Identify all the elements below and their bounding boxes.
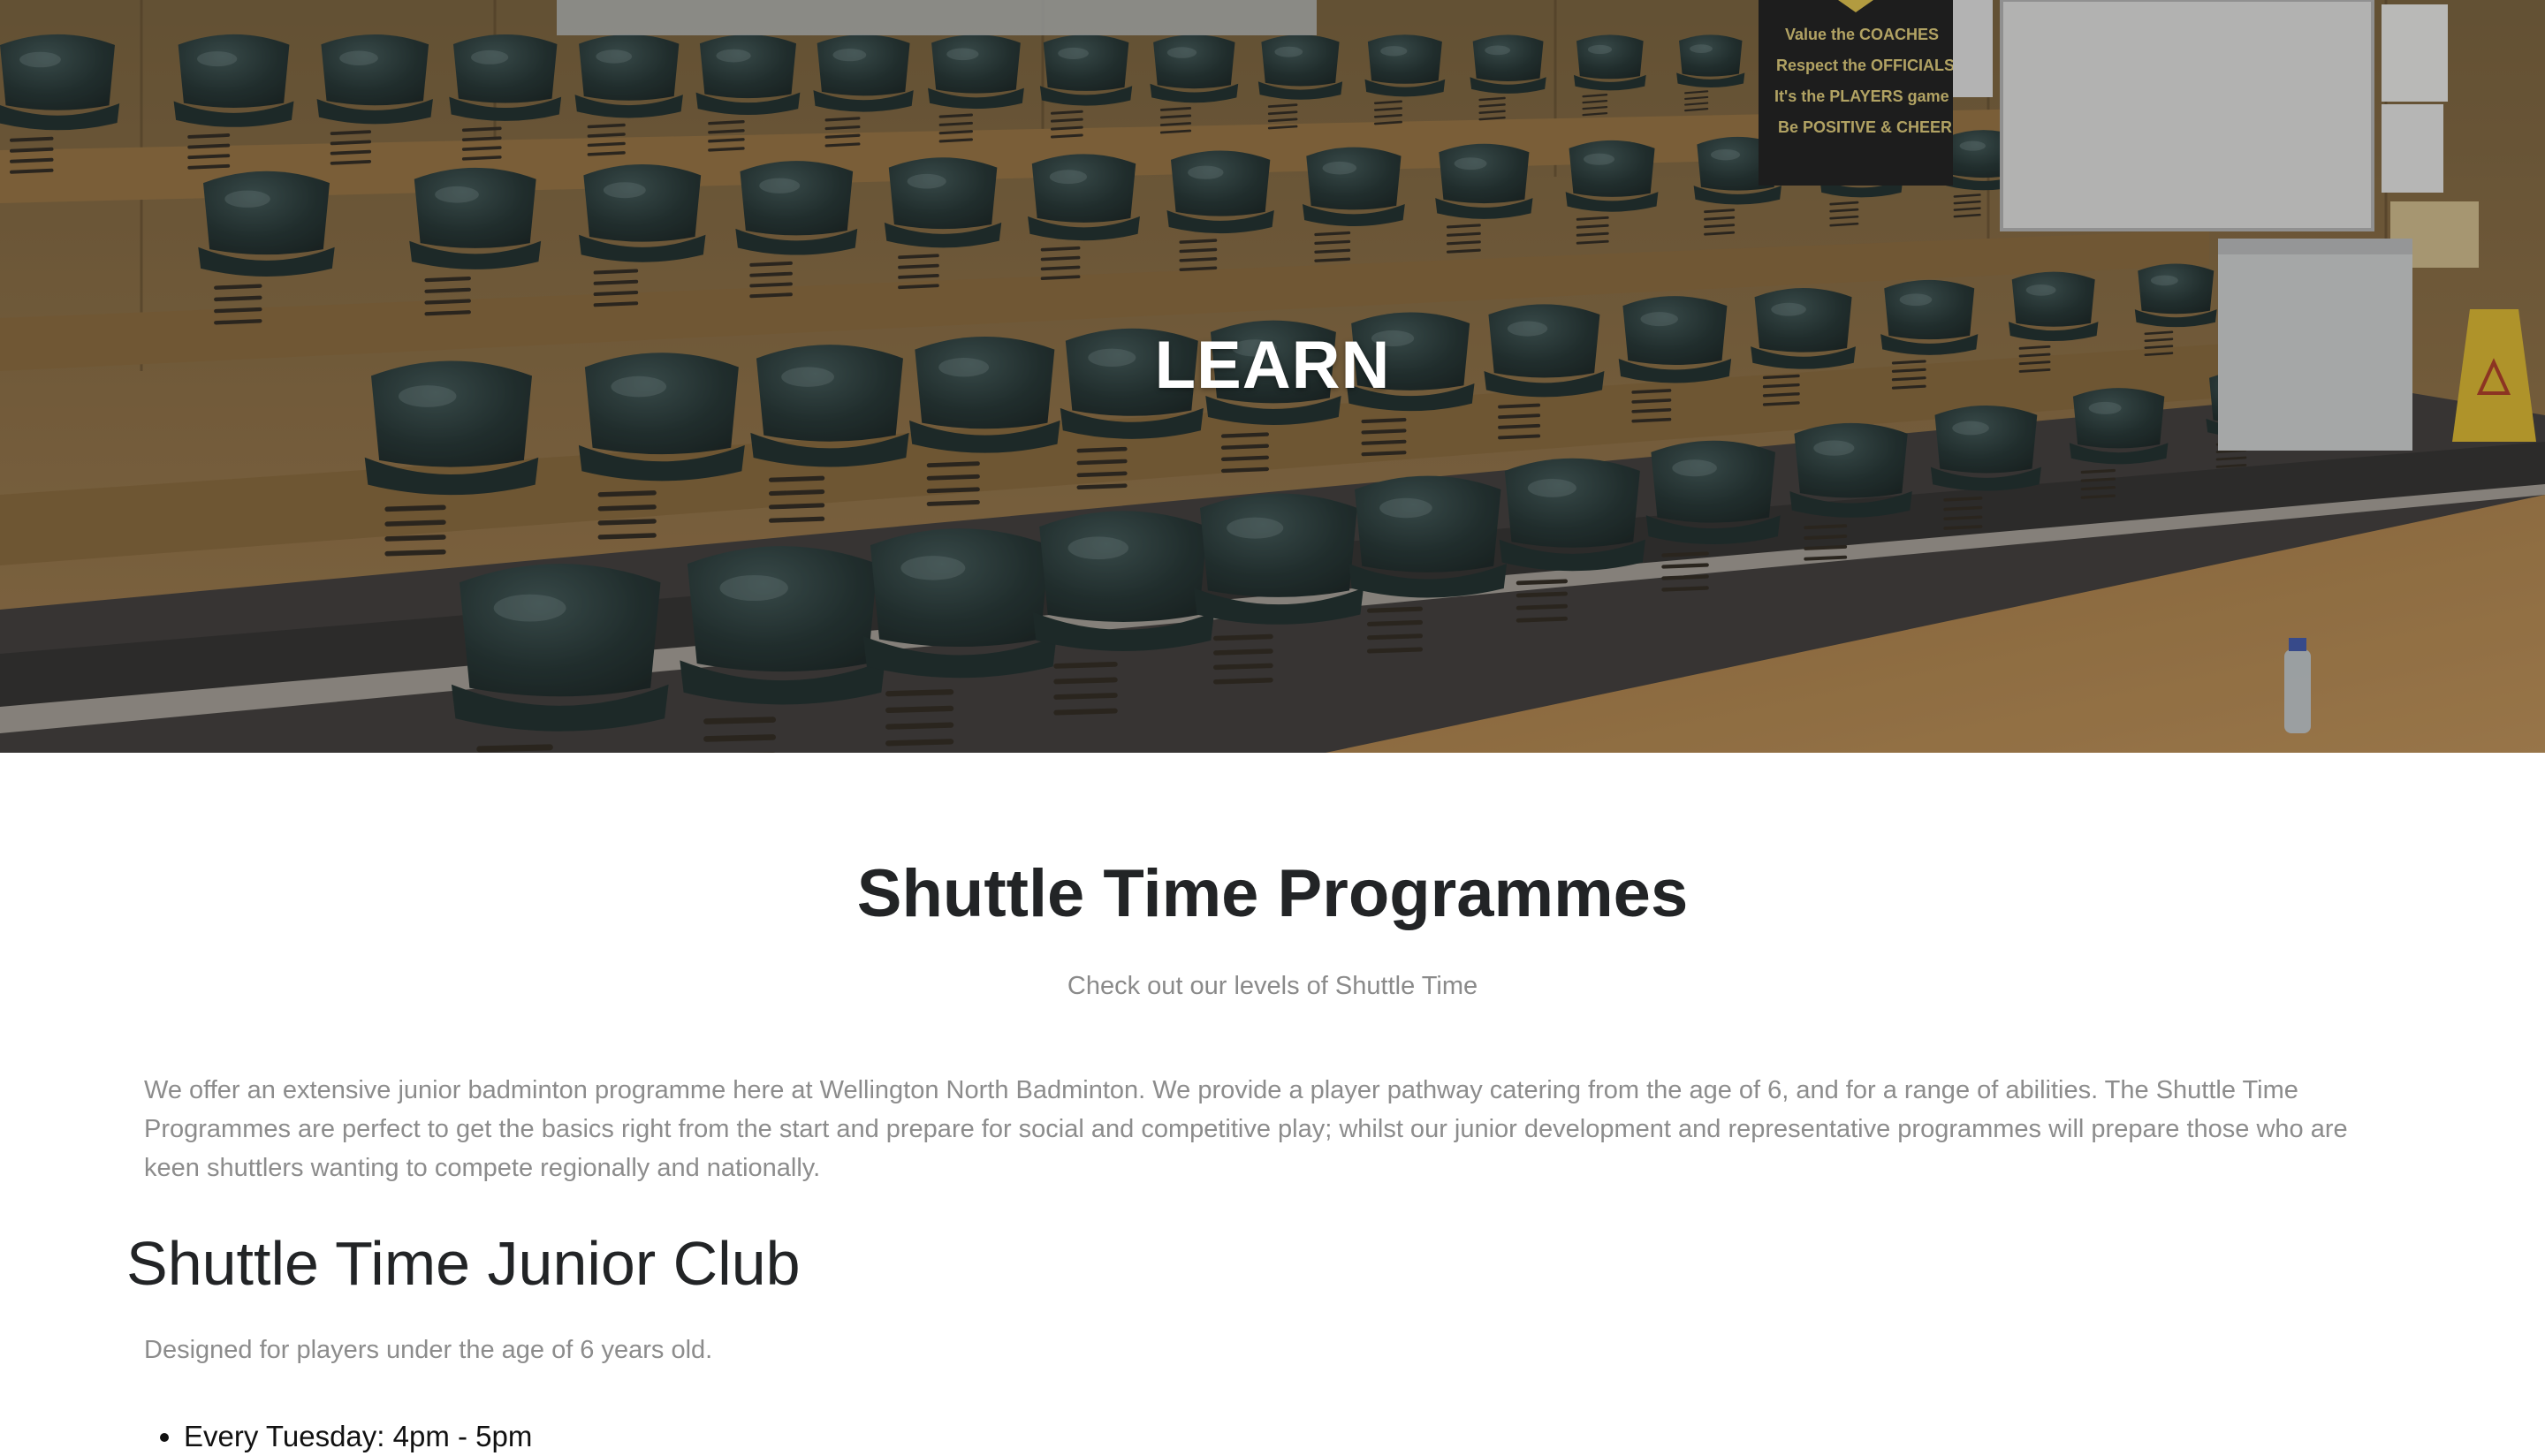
schedule-item: Every Tuesday: 4pm - 5pm bbox=[184, 1417, 532, 1456]
schedule-list: Every Tuesday: 4pm - 5pm bbox=[144, 1417, 532, 1456]
page-subtitle: Check out our levels of Shuttle Time bbox=[1067, 972, 1478, 1000]
hero-title: LEARN bbox=[1154, 328, 1391, 403]
page-title: Shuttle Time Programmes bbox=[856, 856, 1689, 931]
junior-club-heading: Shuttle Time Junior Club bbox=[126, 1229, 801, 1298]
junior-club-description: Designed for players under the age of 6 … bbox=[144, 1336, 713, 1364]
hero-banner: Value the COACHES Respect the OFFICIALS … bbox=[0, 0, 2545, 753]
intro-paragraph: We offer an extensive junior badminton p… bbox=[144, 1076, 2348, 1182]
